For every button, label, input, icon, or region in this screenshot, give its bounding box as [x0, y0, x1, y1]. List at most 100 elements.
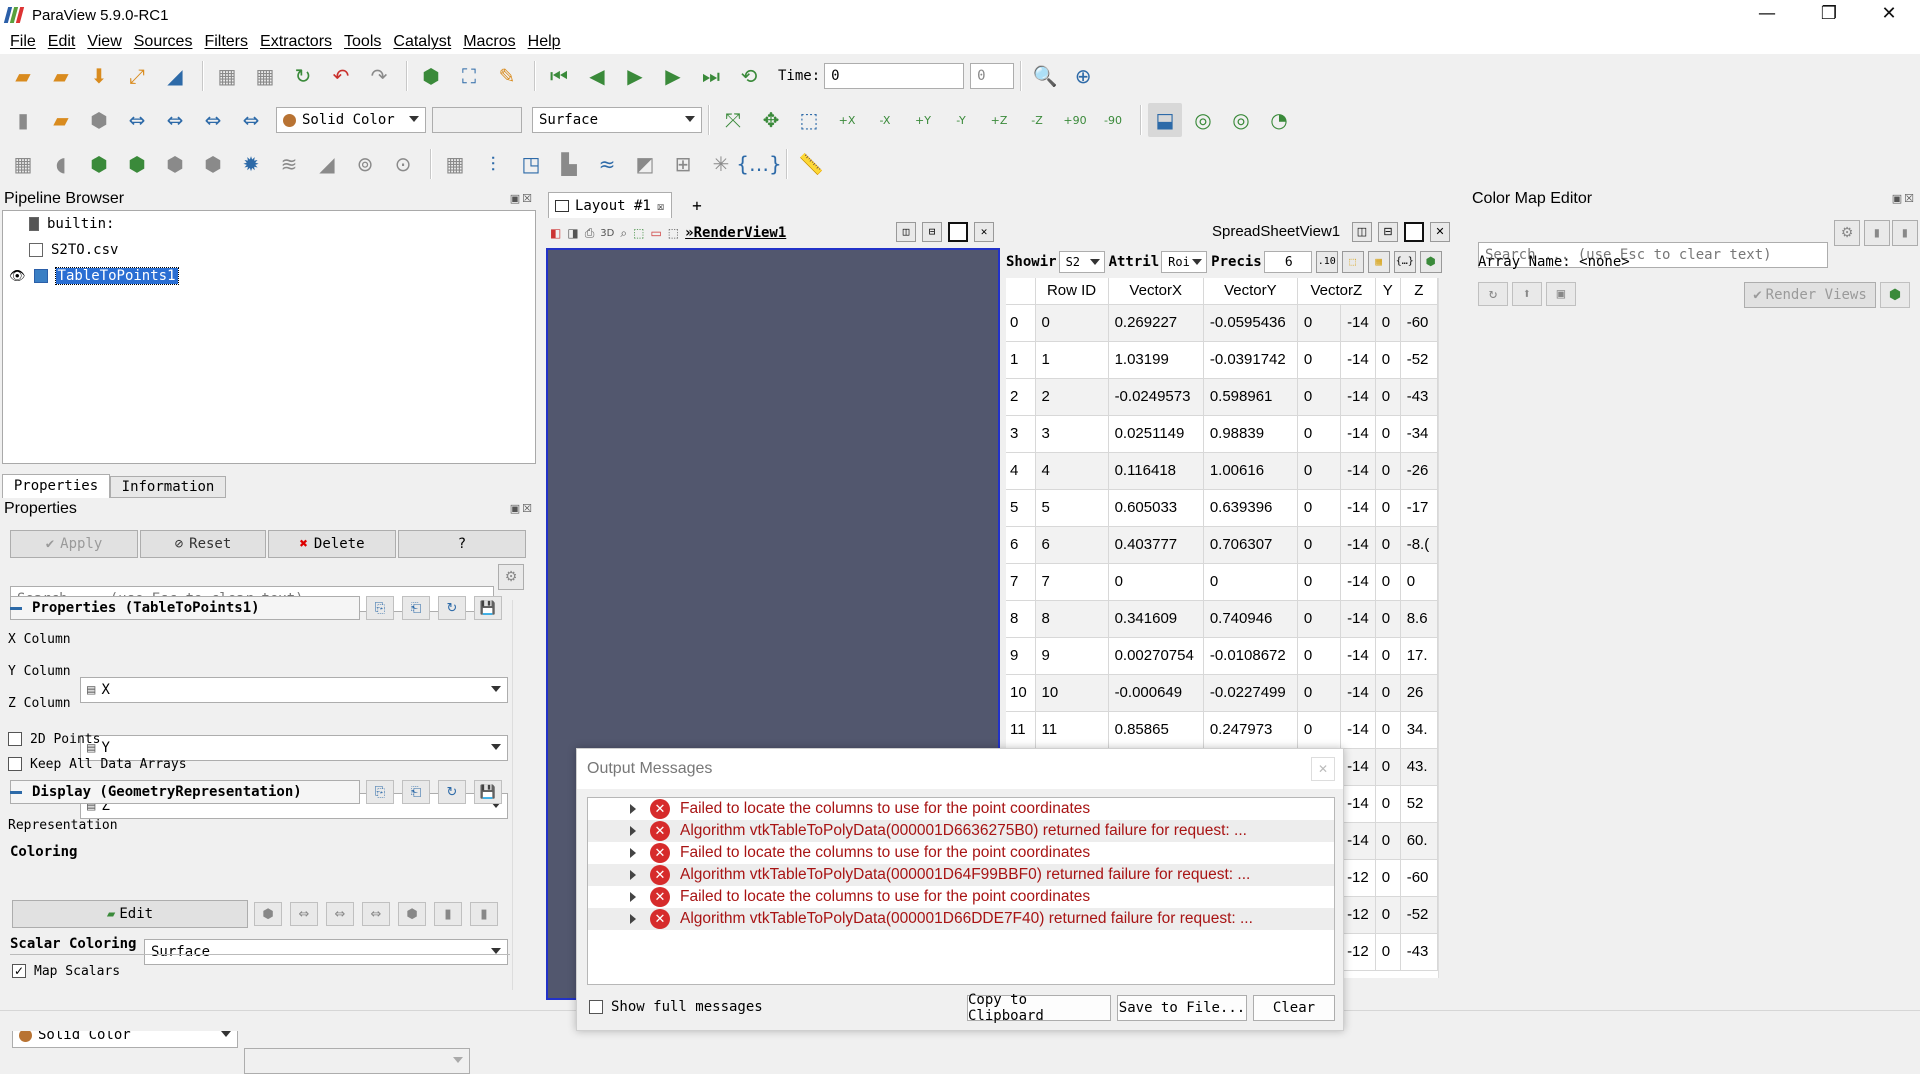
table-cell[interactable]: 0.403777 [1108, 526, 1204, 564]
table-cell[interactable]: 0 [1375, 785, 1401, 823]
row-number-cell[interactable]: 10 [1006, 674, 1036, 712]
table-row[interactable]: 4 4 0.116418 1.00616 0 -14 0 -26 [1006, 452, 1438, 490]
table-row[interactable]: 8 8 0.341609 0.740946 0 -14 0 8.6 [1006, 600, 1438, 638]
table-cell[interactable]: 0 [1297, 600, 1342, 638]
clear-selection-icon[interactable]: ▭ [650, 226, 661, 240]
table-cell[interactable]: 0.341609 [1108, 600, 1204, 638]
column-header[interactable]: VectorX [1108, 278, 1204, 305]
rotation-center-icon[interactable]: ◎ [1186, 103, 1220, 137]
keep-all-checkbox[interactable] [8, 757, 22, 771]
maximize-button[interactable]: ❐ [1806, 0, 1852, 30]
expand-arrow-icon[interactable] [630, 914, 636, 924]
tab-information[interactable]: Information [110, 476, 226, 498]
last-frame-icon[interactable]: ⏭ [694, 59, 728, 93]
table-cell[interactable]: 5 [1035, 489, 1109, 527]
redo-icon[interactable]: ↷ [362, 59, 396, 93]
precision-spinbox[interactable]: 6 [1263, 251, 1312, 273]
close-view-icon[interactable]: ✕ [1430, 222, 1450, 242]
table-cell[interactable]: 0 [1400, 563, 1438, 601]
table-cell[interactable]: -14 [1340, 748, 1376, 786]
table-cell[interactable]: 0.85865 [1108, 711, 1204, 749]
table-cell[interactable]: 0 [1375, 341, 1401, 379]
pick-center-icon[interactable]: ◎ [1224, 103, 1258, 137]
output-close-icon[interactable]: ✕ [1311, 757, 1335, 781]
find-data-icon[interactable]: 🔍 [1028, 59, 1062, 93]
message-row[interactable]: ✕ Failed to locate the columns to use for… [588, 842, 1334, 864]
plot-data-icon[interactable]: ≈ [590, 147, 624, 181]
rescale-temporal-icon[interactable]: ⇔ [196, 103, 230, 137]
disconnect-icon[interactable]: ◢ [158, 59, 192, 93]
contour-icon[interactable]: ◖ [44, 147, 78, 181]
plot-selection-icon[interactable]: ⊞ [666, 147, 700, 181]
message-row[interactable]: ✕ Failed to locate the columns to use for… [588, 798, 1334, 820]
view-minus-z-icon[interactable]: -Z [1020, 103, 1054, 137]
paste-props-icon[interactable]: ⎗ [402, 596, 430, 620]
save-to-file-button[interactable]: Save to File... [1117, 995, 1247, 1021]
row-number-cell[interactable]: 9 [1006, 637, 1036, 675]
reload-props-icon[interactable]: ↻ [438, 596, 466, 620]
warp-icon[interactable]: ◢ [310, 147, 344, 181]
color-component-select[interactable] [432, 107, 522, 133]
dock-buttons[interactable]: ▣☒ [510, 502, 534, 515]
row-number-cell[interactable]: 0 [1006, 304, 1036, 342]
table-cell[interactable]: -14 [1340, 452, 1376, 490]
reset-range-icon[interactable]: ⬢ [82, 103, 116, 137]
table-cell[interactable]: -52 [1400, 341, 1438, 379]
menu-help[interactable]: Help [522, 33, 567, 51]
time-index-spinbox[interactable]: 0 [970, 63, 1015, 89]
table-cell[interactable]: -0.0249573 [1108, 378, 1204, 416]
menu-sources[interactable]: Sources [128, 33, 199, 51]
temporal-icon[interactable]: ✳ [704, 147, 738, 181]
delete-button[interactable]: ✖ Delete [268, 530, 396, 558]
show-center-icon[interactable]: ◔ [1262, 103, 1296, 137]
open-icon[interactable]: ▰ [6, 59, 40, 93]
table-cell[interactable]: -52 [1400, 896, 1438, 934]
reset-button[interactable]: ⊘ Reset [140, 530, 266, 558]
column-header[interactable]: Z [1400, 278, 1438, 305]
menu-view[interactable]: View [81, 33, 127, 51]
plot-global-icon[interactable]: ◩ [628, 147, 662, 181]
help-button[interactable]: ? [398, 530, 526, 558]
table-cell[interactable]: 0 [1375, 674, 1401, 712]
threshold-icon[interactable]: ⬢ [158, 147, 192, 181]
showing-select[interactable]: S2 [1058, 251, 1105, 273]
auto-update-icon[interactable]: ⬢ [1880, 282, 1910, 308]
minimize-button[interactable]: — [1744, 0, 1790, 30]
menu-macros[interactable]: Macros [457, 33, 521, 51]
colormap-restore-icon[interactable]: ▣ [1546, 282, 1576, 306]
rescale-range-icon[interactable]: ⇔ [120, 103, 154, 137]
add-layout-button[interactable]: + [680, 194, 714, 218]
map-scalars-checkbox[interactable]: ✓ [12, 964, 26, 978]
undo-icon[interactable]: ↶ [324, 59, 358, 93]
table-cell[interactable]: -14 [1340, 415, 1376, 453]
scalar-bar-opt-icon[interactable]: ▮ [434, 902, 462, 926]
table-cell[interactable]: 0.598961 [1203, 378, 1298, 416]
probe-icon[interactable]: ◳ [514, 147, 548, 181]
table-cell[interactable]: 0 [1297, 452, 1342, 490]
menu-catalyst[interactable]: Catalyst [387, 33, 457, 51]
select-points-icon[interactable]: ⬚ [633, 226, 644, 240]
table-cell[interactable]: 4 [1035, 452, 1109, 490]
color-by-select[interactable]: Solid Color [276, 107, 426, 133]
table-cell[interactable]: 0 [1297, 304, 1342, 342]
table-cell[interactable]: 0 [1108, 563, 1204, 601]
color-opt-icon[interactable]: ⬢ [254, 902, 282, 926]
color-edit-icon[interactable]: ▰ [44, 103, 78, 137]
show-full-checkbox[interactable] [589, 1000, 603, 1014]
menu-edit[interactable]: Edit [42, 33, 82, 51]
python-script-icon[interactable]: {…} [736, 147, 781, 181]
colormap-save-default-icon[interactable]: ⬆ [1512, 282, 1542, 306]
table-cell[interactable]: 0 [1375, 452, 1401, 490]
camera-undo-icon[interactable]: ◧ [550, 226, 561, 240]
export-spreadsheet-icon[interactable]: ⬢ [1419, 251, 1442, 273]
table-cell[interactable]: -0.0108672 [1203, 637, 1298, 675]
table-cell[interactable]: 0.269227 [1108, 304, 1204, 342]
menu-extractors[interactable]: Extractors [254, 33, 338, 51]
table-cell[interactable]: 0 [1297, 378, 1342, 416]
advanced-gear-icon[interactable]: ⚙ [498, 564, 524, 590]
menu-file[interactable]: File [4, 33, 42, 51]
dock-buttons[interactable]: ▣☒ [1892, 192, 1916, 205]
expand-arrow-icon[interactable] [630, 826, 636, 836]
table-row[interactable]: 3 3 0.0251149 0.98839 0 -14 0 -34 [1006, 415, 1438, 453]
view-minus-y-icon[interactable]: -Y [944, 103, 978, 137]
